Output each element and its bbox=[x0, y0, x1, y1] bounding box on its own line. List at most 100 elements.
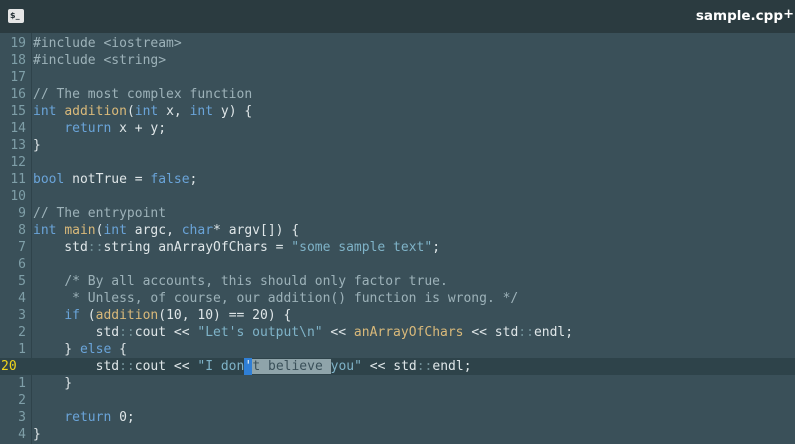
code-text[interactable]: int main(int argc, char* argv[]) { bbox=[33, 222, 299, 239]
code-token: :: bbox=[87, 240, 104, 255]
code-line[interactable]: 14 return x + y; bbox=[0, 120, 795, 137]
code-line[interactable]: 6 bbox=[0, 256, 795, 273]
editor-window: $_ sample.cpp + 19 #include <iostream> 18 #… bbox=[0, 0, 795, 444]
code-text[interactable]: return x + y; bbox=[33, 120, 166, 137]
code-line[interactable]: 3 return 0; bbox=[0, 409, 795, 426]
code-line[interactable]: 15 int addition(int x, int y) { bbox=[0, 103, 795, 120]
code-line[interactable]: 10 bbox=[0, 188, 795, 205]
line-number: 4 bbox=[18, 291, 26, 306]
code-token: // The entrypoint bbox=[33, 206, 167, 221]
code-token: "some sample text" bbox=[291, 240, 433, 255]
code-token: x + y; bbox=[111, 121, 167, 136]
code-line[interactable]: 5 /* By all accounts, this should only f… bbox=[0, 273, 795, 290]
code-text[interactable]: bool notTrue = false; bbox=[33, 171, 197, 188]
current-code-line[interactable]: 20 std::cout << "I don't believe you" <<… bbox=[0, 358, 795, 375]
code-token: * argv[]) { bbox=[213, 223, 300, 238]
code-line[interactable]: 4 * Unless, of course, our addition() fu… bbox=[0, 290, 795, 307]
code-text[interactable]: } bbox=[33, 375, 72, 392]
code-text[interactable]: // The most complex function bbox=[33, 86, 252, 103]
code-token: std bbox=[33, 325, 120, 340]
code-text[interactable]: * Unless, of course, our addition() func… bbox=[33, 290, 518, 307]
code-token: string anArrayOfChars = bbox=[103, 240, 292, 255]
line-number: 4 bbox=[18, 427, 26, 442]
code-text[interactable]: } bbox=[33, 426, 41, 443]
line-number: 14 bbox=[10, 121, 26, 136]
code-text[interactable]: #include <string> bbox=[33, 52, 166, 69]
code-token: << bbox=[322, 325, 354, 340]
code-token: x, bbox=[158, 104, 190, 119]
code-text[interactable]: // The entrypoint bbox=[33, 205, 166, 222]
code-token: std bbox=[33, 240, 88, 255]
code-line[interactable]: 13} bbox=[0, 137, 795, 154]
line-number: 19 bbox=[10, 36, 26, 51]
code-text[interactable]: std::cout << "Let's output\n" << anArray… bbox=[33, 324, 573, 341]
code-token: notTrue = bbox=[64, 172, 151, 187]
code-token: return bbox=[64, 410, 112, 425]
code-text[interactable]: std::string anArrayOfChars = "some sampl… bbox=[33, 239, 440, 256]
line-number: 11 bbox=[10, 172, 26, 187]
code-line[interactable]: 8 int main(int argc, char* argv[]) { bbox=[0, 222, 795, 239]
code-token: << std bbox=[463, 325, 519, 340]
code-text[interactable]: /* By all accounts, this should only fac… bbox=[33, 273, 448, 290]
code-token: if bbox=[64, 308, 80, 323]
code-text[interactable]: return 0; bbox=[33, 409, 135, 426]
code-line[interactable]: 7 std::string anArrayOfChars = "some sam… bbox=[0, 239, 795, 256]
line-number: 15 bbox=[10, 104, 26, 119]
code-token: (10, 10) == 20) { bbox=[158, 308, 292, 323]
code-token: :: bbox=[518, 325, 534, 340]
code-editor[interactable]: 19 #include <iostream> 18 #include <string>… bbox=[0, 33, 795, 444]
code-line[interactable]: 4} bbox=[0, 426, 795, 443]
code-line[interactable]: 1 } bbox=[0, 375, 795, 392]
code-line[interactable]: 2 bbox=[0, 392, 795, 409]
code-token: #include <iostream> bbox=[33, 36, 182, 51]
code-token: int bbox=[103, 223, 127, 238]
line-number: 9 bbox=[18, 206, 26, 221]
code-token: // The most complex function bbox=[33, 87, 253, 102]
code-line[interactable]: 16 // The most complex function bbox=[0, 86, 795, 103]
code-line[interactable]: 12 bbox=[0, 154, 795, 171]
code-token: ( bbox=[79, 308, 96, 323]
line-number: 13 bbox=[10, 138, 26, 153]
code-token: bool bbox=[33, 172, 65, 187]
code-line[interactable]: 2 std::cout << "Let's output\n" << anArr… bbox=[0, 324, 795, 341]
code-token: anArrayOfChars bbox=[353, 325, 464, 340]
line-number: 18 bbox=[10, 53, 26, 68]
code-text[interactable]: std::cout << "I don't believe you" << st… bbox=[33, 358, 472, 375]
code-line[interactable]: 1 } else { bbox=[0, 341, 795, 358]
code-line[interactable]: 11 bool notTrue = false; bbox=[0, 171, 795, 188]
code-token: #include <string> bbox=[33, 53, 167, 68]
code-text[interactable]: int addition(int x, int y) { bbox=[33, 103, 252, 120]
code-token: int bbox=[33, 104, 57, 119]
line-number: 20 bbox=[1, 359, 17, 374]
code-token: 0; bbox=[111, 410, 135, 425]
line-number: 12 bbox=[10, 155, 26, 170]
line-number: 1 bbox=[18, 376, 26, 391]
code-token: argc, bbox=[126, 223, 182, 238]
code-text[interactable]: #include <iostream> bbox=[33, 35, 182, 52]
line-number: 17 bbox=[10, 70, 26, 85]
line-number: 2 bbox=[18, 325, 26, 340]
code-token: y) { bbox=[213, 104, 253, 119]
code-text[interactable]: } else { bbox=[33, 341, 127, 358]
terminal-icon[interactable]: $_ bbox=[8, 9, 24, 23]
code-line[interactable]: 3 if (addition(10, 10) == 20) { bbox=[0, 307, 795, 324]
code-token: "Let's output\n" bbox=[197, 325, 323, 340]
code-line[interactable]: 9 // The entrypoint bbox=[0, 205, 795, 222]
code-line[interactable]: 18 #include <string> bbox=[0, 52, 795, 69]
code-token: :: bbox=[416, 359, 433, 374]
code-text[interactable]: if (addition(10, 10) == 20) { bbox=[33, 307, 291, 324]
line-number: 6 bbox=[18, 257, 26, 272]
code-line[interactable]: 19 #include <iostream> bbox=[0, 35, 795, 52]
code-line[interactable]: 17 bbox=[0, 69, 795, 86]
line-number: 7 bbox=[18, 240, 26, 255]
code-token: endl; bbox=[533, 325, 574, 340]
code-token: int bbox=[33, 223, 57, 238]
line-number: 16 bbox=[10, 87, 26, 102]
line-number: 3 bbox=[18, 308, 26, 323]
code-text[interactable]: } bbox=[33, 137, 41, 154]
code-token: cout << bbox=[134, 325, 198, 340]
code-token: << std bbox=[361, 359, 417, 374]
